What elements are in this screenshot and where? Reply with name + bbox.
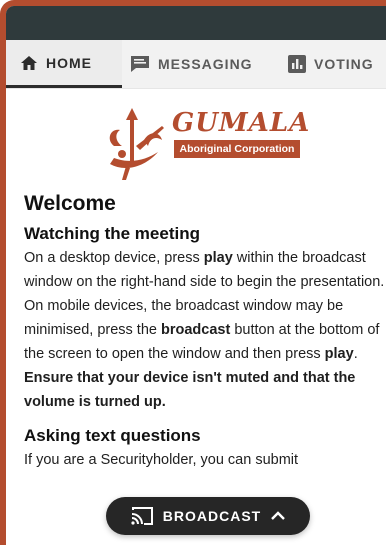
tab-home[interactable]: HOME <box>6 40 122 88</box>
bold-warning: Ensure that your device isn't muted and … <box>24 370 356 410</box>
broadcast-button[interactable]: BROADCAST <box>106 497 310 535</box>
main-content: Welcome Watching the meeting On a deskto… <box>24 192 386 472</box>
tab-messaging-label: MESSAGING <box>158 56 253 72</box>
tab-messaging[interactable]: MESSAGING <box>130 40 253 88</box>
bold-play: play <box>324 346 354 362</box>
logo-emblem-icon <box>109 108 164 180</box>
section-heading-questions: Asking text questions <box>24 426 201 445</box>
message-icon <box>130 55 150 73</box>
home-icon <box>20 55 38 71</box>
tab-voting-label: VOTING <box>314 56 374 72</box>
tab-voting[interactable]: VOTING <box>288 40 374 88</box>
section-heading-watching: Watching the meeting <box>24 224 200 243</box>
text-span: On a desktop device, press <box>24 250 204 266</box>
bar-chart-icon <box>288 55 306 73</box>
bold-play: play <box>203 250 233 266</box>
gumala-logo: GUMALA Aboriginal Corporation <box>100 106 309 182</box>
cast-icon <box>131 507 153 525</box>
logo-subtitle: Aboriginal Corporation <box>174 140 300 158</box>
section-text-questions: If you are a Securityholder, you can sub… <box>24 452 299 468</box>
tab-bar: HOME MESSAGING VOTING <box>6 40 386 89</box>
broadcast-label: BROADCAST <box>162 508 262 524</box>
page-title: Welcome <box>24 192 116 215</box>
app-frame: HOME MESSAGING VOTING GUMALA Aboriginal … <box>0 0 386 545</box>
chevron-up-icon <box>271 511 286 521</box>
text-span: . <box>353 346 358 362</box>
tab-home-label: HOME <box>46 54 92 71</box>
bold-broadcast: broadcast <box>161 322 231 338</box>
logo-name: GUMALA <box>172 108 311 138</box>
section-text-watching: On a desktop device, press play within t… <box>24 246 386 414</box>
top-bar <box>6 6 386 40</box>
